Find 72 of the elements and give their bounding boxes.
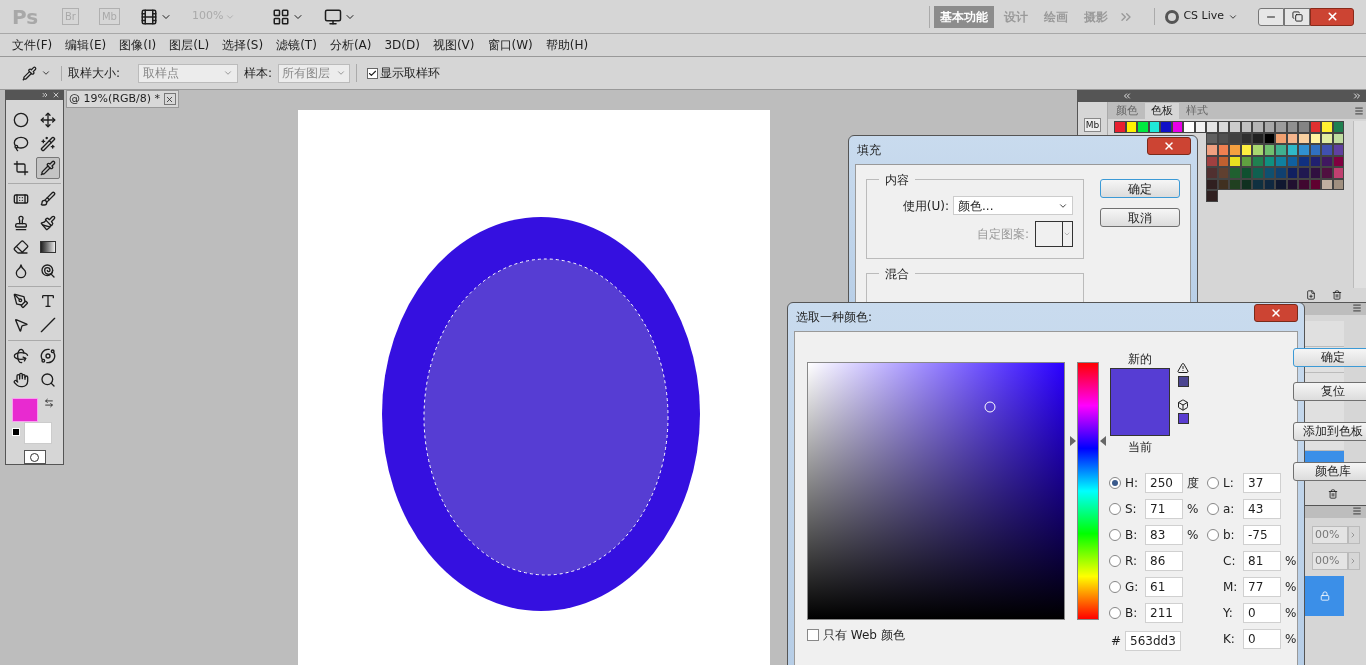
ok-button[interactable]: 确定	[1100, 179, 1180, 198]
group-label: 内容	[879, 171, 915, 189]
unit-label: %	[1187, 501, 1200, 518]
value-field[interactable]: 37	[1243, 473, 1281, 493]
hex-label: #	[1110, 633, 1123, 650]
unit-label: %	[1187, 527, 1200, 544]
hex-field[interactable]: 563dd3	[1125, 631, 1181, 651]
pattern-label: 自定图案:	[976, 226, 1029, 243]
unit-label: %	[1285, 631, 1298, 648]
sample-size-label: 取样大小:	[68, 65, 121, 82]
unit-label: 度	[1187, 475, 1200, 492]
value-field[interactable]: 83	[1145, 525, 1183, 545]
field-label: L:	[1223, 475, 1235, 492]
menu-item[interactable]: 文件(F)	[6, 36, 59, 54]
menu-item[interactable]: 编辑(E)	[59, 36, 113, 54]
field-label: R:	[1125, 553, 1138, 570]
menu-item[interactable]: 图像(I)	[113, 36, 163, 54]
unit-label: %	[1285, 553, 1298, 570]
new-label: 新的	[1128, 351, 1152, 368]
value-field[interactable]: 86	[1145, 551, 1183, 571]
field-label: M:	[1223, 579, 1239, 596]
dialog-title: 填充	[856, 142, 881, 159]
dialog-button[interactable]: 颜色库	[1293, 461, 1366, 481]
field-label: G:	[1125, 579, 1140, 596]
value-field[interactable]: 71	[1145, 499, 1183, 519]
web-colors-label: 只有 Web 颜色	[823, 627, 905, 644]
current-label: 当前	[1128, 439, 1152, 456]
value-field[interactable]: 211	[1145, 603, 1183, 623]
menu-item[interactable]: 分析(A)	[323, 36, 378, 54]
dialog-button[interactable]: 确定	[1293, 347, 1366, 367]
field-label: S:	[1125, 501, 1138, 518]
group-label: 混合	[879, 265, 915, 283]
value-field[interactable]: 77	[1243, 577, 1281, 597]
value-field[interactable]: 0	[1243, 603, 1281, 623]
cs-live-button[interactable]: CS Live	[1183, 8, 1224, 25]
opacity-field[interactable]: 00%	[1312, 526, 1348, 544]
value-field[interactable]: 43	[1243, 499, 1281, 519]
menu-item[interactable]: 图层(L)	[163, 36, 216, 54]
field-label: b:	[1223, 527, 1236, 544]
dialog-title: 选取一种颜色:	[795, 309, 873, 326]
field-label: B:	[1125, 605, 1139, 622]
field-label: H:	[1125, 475, 1140, 492]
menu-item[interactable]: 滤镜(T)	[270, 36, 323, 54]
use-label: 使用(U):	[902, 197, 949, 215]
menu-item[interactable]: 3D(D)	[378, 36, 426, 54]
menu-item[interactable]: 选择(S)	[216, 36, 270, 54]
sample-label: 样本:	[244, 65, 273, 82]
document-tab[interactable]: @ 19%(RGB/8) *	[66, 90, 179, 108]
value-field[interactable]: -75	[1243, 525, 1281, 545]
field-label: C:	[1223, 553, 1237, 570]
field-label: Y:	[1223, 605, 1234, 622]
value-field[interactable]: 81	[1243, 551, 1281, 571]
show-ring-label: 显示取样环	[380, 65, 441, 82]
value-field[interactable]: 61	[1145, 577, 1183, 597]
value-field[interactable]: 250	[1145, 473, 1183, 493]
cancel-button[interactable]: 取消	[1100, 208, 1180, 227]
menu-item[interactable]: 窗口(W)	[481, 36, 539, 54]
field-label: B:	[1125, 527, 1139, 544]
unit-label: %	[1285, 605, 1298, 622]
document-title: @ 19%(RGB/8) *	[69, 90, 160, 107]
value-field[interactable]: 0	[1243, 629, 1281, 649]
dialog-button[interactable]: 复位	[1293, 381, 1366, 401]
mini-bridge-panel-button[interactable]: Mb	[1083, 118, 1102, 132]
unit-label: %	[1285, 579, 1298, 596]
use-select[interactable]: 颜色...	[953, 196, 1073, 215]
dialog-button[interactable]: 添加到色板	[1293, 421, 1366, 441]
panel-tab[interactable]: 色板	[1145, 103, 1179, 119]
field-label: K:	[1223, 631, 1236, 648]
menu-item[interactable]: 帮助(H)	[539, 36, 595, 54]
menu-item[interactable]: 视图(V)	[426, 36, 481, 54]
field-label: a:	[1223, 501, 1236, 518]
fill-field[interactable]: 00%	[1312, 552, 1348, 570]
